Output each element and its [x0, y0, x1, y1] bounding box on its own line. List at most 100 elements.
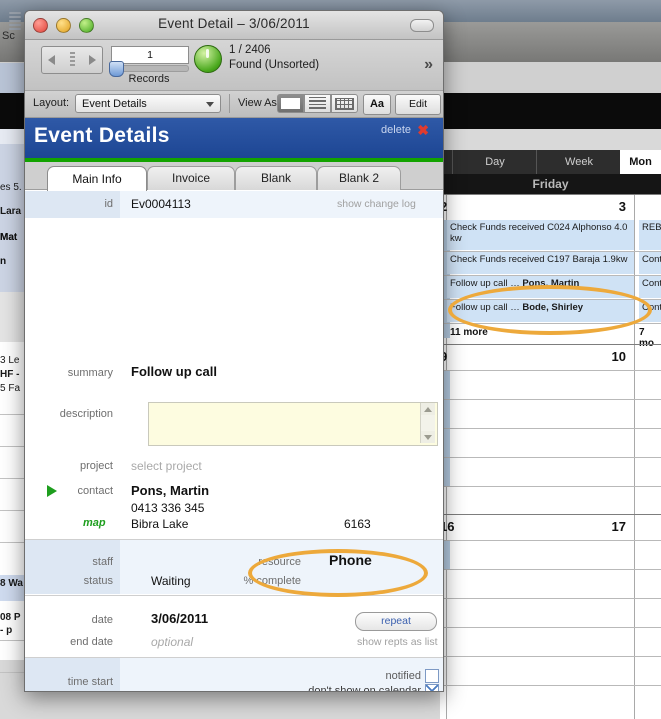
form-banner: Event Details delete ✖	[25, 118, 443, 158]
page-title: Event Details	[34, 124, 170, 147]
calendar-grid: 2 3 Check Funds received C024 Alphonso 4…	[440, 194, 661, 719]
text-formatting-button[interactable]: Aa	[363, 94, 391, 115]
found-set-pie-button[interactable]	[194, 45, 222, 73]
calendar-event[interactable]: REBS	[639, 220, 661, 250]
records-label: Records	[128, 73, 170, 85]
date-value[interactable]: 3/06/2011	[151, 611, 208, 626]
resource-label: resource	[258, 556, 301, 568]
edit-layout-button[interactable]: Edit Layout	[395, 94, 441, 129]
divider	[229, 94, 230, 113]
scroll-up-icon[interactable]	[421, 403, 435, 415]
calendar-event[interactable]: Cont	[639, 252, 661, 274]
dont-show-on-calendar-label: don't show on calendar	[308, 685, 421, 692]
layout-select[interactable]: Event Details	[75, 94, 221, 113]
time-start-label: time start	[67, 676, 113, 688]
resource-value[interactable]: Phone	[329, 552, 372, 568]
tab-main-info[interactable]: Main Info	[47, 166, 147, 191]
summary-label: summary	[67, 367, 113, 379]
calendar-event[interactable]: Cont	[639, 276, 661, 298]
view-as-table-button[interactable]	[331, 94, 358, 113]
calendar-panel: Day Week Mon Friday 2 3 Check Funds rece…	[440, 150, 661, 719]
found-count: 1 / 2406	[229, 44, 271, 56]
background-sc-label: Sc	[2, 30, 15, 42]
layout-bar: Layout: Event Details View As: Aa Edit L…	[25, 91, 443, 129]
view-as-list-icon	[309, 96, 326, 111]
calendar-more-link-right[interactable]: 7 mo	[639, 327, 661, 349]
tab-blank-2[interactable]: Blank 2	[317, 166, 401, 190]
calendar-event-text: Cont	[642, 278, 661, 289]
contact-postcode: 6163	[344, 517, 371, 531]
next-record-icon[interactable]	[89, 55, 96, 65]
contact-name[interactable]: Pons, Martin	[131, 483, 209, 498]
event-detail-window: Event Detail – 3/06/2011 1 Records 1 / 2…	[24, 10, 444, 692]
event-details-form: Event Details delete ✖ Main Info Invoice…	[25, 118, 443, 691]
calendar-day-header: Friday	[440, 174, 661, 194]
window-titlebar: Event Detail – 3/06/2011	[25, 11, 443, 40]
notified-checkbox[interactable]	[425, 669, 439, 683]
delete-link[interactable]: delete	[381, 124, 411, 136]
id-value: Ev0004113	[131, 197, 191, 211]
dont-show-on-calendar-checkbox[interactable]	[425, 684, 439, 691]
calendar-event[interactable]: Check Funds received C197 Baraja 1.9kw	[447, 252, 634, 274]
repeat-button[interactable]: repeat	[355, 612, 437, 631]
end-date-label: end date	[70, 636, 113, 648]
view-as-list-button[interactable]	[304, 94, 331, 113]
chevron-double-right-icon[interactable]: »	[424, 56, 433, 74]
previous-record-icon[interactable]	[48, 55, 55, 65]
calendar-tab-month[interactable]: Mon	[620, 150, 661, 174]
view-as-form-button[interactable]	[277, 94, 304, 113]
notified-label: notified	[385, 670, 421, 682]
description-input[interactable]	[148, 402, 438, 446]
calendar-day-number: 17	[611, 519, 626, 534]
calendar-more-link[interactable]: 11 more	[450, 327, 488, 338]
calendar-event-text: Cont	[642, 302, 661, 313]
calendar-event[interactable]: Check Funds received C024 Alphonso 4.0 k…	[447, 220, 634, 250]
close-x-icon[interactable]: ✖	[417, 122, 429, 139]
calendar-event[interactable]: Cont	[639, 300, 661, 322]
show-change-log-link[interactable]: show change log	[337, 198, 416, 210]
layout-select-value: Event Details	[82, 98, 147, 110]
map-link[interactable]: map	[83, 517, 106, 529]
calendar-day-number: 3	[618, 199, 626, 214]
summary-value[interactable]: Follow up call	[131, 364, 217, 379]
date-label: date	[91, 614, 113, 626]
description-scrollbar[interactable]	[420, 403, 435, 443]
record-book-control[interactable]	[41, 46, 103, 74]
percent-complete-label: % complete	[243, 575, 301, 587]
chevron-down-icon	[206, 102, 214, 107]
description-label: description	[59, 408, 113, 420]
end-date-value[interactable]: optional	[151, 635, 193, 649]
view-as-table-icon	[335, 97, 354, 110]
contact-suburb: Bibra Lake	[131, 517, 189, 531]
calendar-event[interactable]: Follow up call … Bode, Shirley	[447, 300, 634, 322]
contact-phone: 0413 336 345	[131, 501, 205, 515]
calendar-event-text: Follow up call …	[450, 302, 523, 313]
calendar-event-text: Check Funds received C024 Alphonso 4.0 k…	[450, 222, 628, 244]
project-value[interactable]: select project	[131, 459, 202, 473]
calendar-event-text: Cont	[642, 254, 661, 265]
view-as-form-icon	[281, 98, 300, 109]
toolbar-toggle-button[interactable]	[410, 19, 434, 32]
contact-label: contact	[77, 485, 113, 497]
tab-invoice[interactable]: Invoice	[147, 166, 235, 190]
tab-blank[interactable]: Blank	[235, 166, 317, 190]
calendar-tab-day[interactable]: Day	[452, 150, 537, 174]
staff-label: staff	[92, 556, 113, 568]
calendar-event[interactable]: Follow up call … Pons, Martin	[447, 276, 634, 298]
scroll-down-icon[interactable]	[421, 431, 435, 443]
calendar-view-tabs: Day Week Mon	[440, 150, 661, 174]
show-repeats-link[interactable]: show repts as list	[357, 636, 438, 648]
layout-label: Layout:	[33, 97, 70, 109]
calendar-tab-week[interactable]: Week	[536, 150, 621, 174]
id-label: id	[104, 198, 113, 210]
found-status: Found (Unsorted)	[229, 59, 320, 71]
calendar-event-contact: Bode, Shirley	[522, 302, 584, 313]
status-value[interactable]: Waiting	[151, 574, 191, 588]
calendar-event-text: Follow up call …	[450, 278, 523, 289]
calendar-event-contact: Pons, Martin	[522, 278, 580, 289]
form-tabs: Main Info Invoice Blank Blank 2	[25, 162, 443, 191]
record-toolbar: 1 Records 1 / 2406 Found (Unsorted) »	[25, 40, 443, 91]
status-label: status	[83, 575, 113, 587]
calendar-event-text: REBS	[642, 222, 661, 233]
calendar-event-text: Check Funds received C197 Baraja 1.9kw	[450, 254, 628, 265]
